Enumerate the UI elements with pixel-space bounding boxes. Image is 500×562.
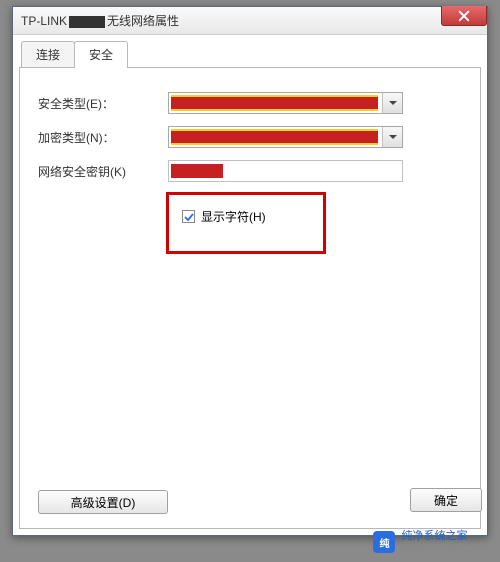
network-key-input[interactable] bbox=[168, 160, 403, 182]
security-type-value-redacted bbox=[171, 95, 378, 111]
row-encryption-type: 加密类型(N)： bbox=[38, 126, 462, 148]
title-suffix: 无线网络属性 bbox=[107, 14, 179, 28]
label-network-key: 网络安全密钥(K) bbox=[38, 163, 168, 180]
row-security-type: 安全类型(E)： bbox=[38, 92, 462, 114]
row-network-key: 网络安全密钥(K) bbox=[38, 160, 462, 182]
title-redacted bbox=[69, 16, 105, 28]
titlebar: TP-LINK 无线网络属性 bbox=[13, 7, 487, 35]
window-body: 连接 安全 安全类型(E)： 加密类型(N)： bbox=[13, 35, 487, 535]
label-encryption-type: 加密类型(N)： bbox=[38, 129, 168, 146]
watermark-logo-icon: 纯 bbox=[373, 531, 395, 553]
label-security-type: 安全类型(E)： bbox=[38, 95, 168, 112]
chevron-down-icon[interactable] bbox=[382, 127, 402, 147]
network-key-value-redacted bbox=[171, 164, 223, 178]
ok-button[interactable]: 确定 bbox=[410, 488, 482, 512]
tab-bar: 连接 安全 bbox=[19, 41, 481, 68]
tab-security[interactable]: 安全 bbox=[74, 41, 128, 68]
dialog-window: TP-LINK 无线网络属性 连接 安全 安全类型(E)： 加密类型(N)： bbox=[12, 6, 488, 536]
watermark-url: www.kzmyhome.com bbox=[401, 543, 486, 554]
watermark-name: 纯净系统之家 bbox=[401, 530, 486, 543]
tab-connect[interactable]: 连接 bbox=[21, 41, 75, 67]
watermark: 纯 纯净系统之家 www.kzmyhome.com bbox=[373, 530, 486, 554]
dialog-footer: 确定 bbox=[410, 488, 482, 512]
window-title: TP-LINK 无线网络属性 bbox=[21, 12, 179, 29]
check-icon bbox=[184, 212, 194, 222]
show-characters-area: 显示字符(H) bbox=[168, 198, 462, 253]
show-characters-label: 显示字符(H) bbox=[201, 208, 266, 225]
encryption-type-dropdown[interactable] bbox=[168, 126, 403, 148]
advanced-settings-button[interactable]: 高级设置(D) bbox=[38, 490, 168, 514]
close-button[interactable] bbox=[441, 6, 487, 26]
chevron-down-icon[interactable] bbox=[382, 93, 402, 113]
show-characters-checkbox[interactable] bbox=[182, 210, 195, 223]
close-icon bbox=[458, 10, 470, 22]
encryption-type-value-redacted bbox=[171, 129, 378, 145]
title-prefix: TP-LINK bbox=[21, 14, 67, 28]
security-type-dropdown[interactable] bbox=[168, 92, 403, 114]
tab-content-security: 安全类型(E)： 加密类型(N)： 网络安全 bbox=[19, 68, 481, 529]
